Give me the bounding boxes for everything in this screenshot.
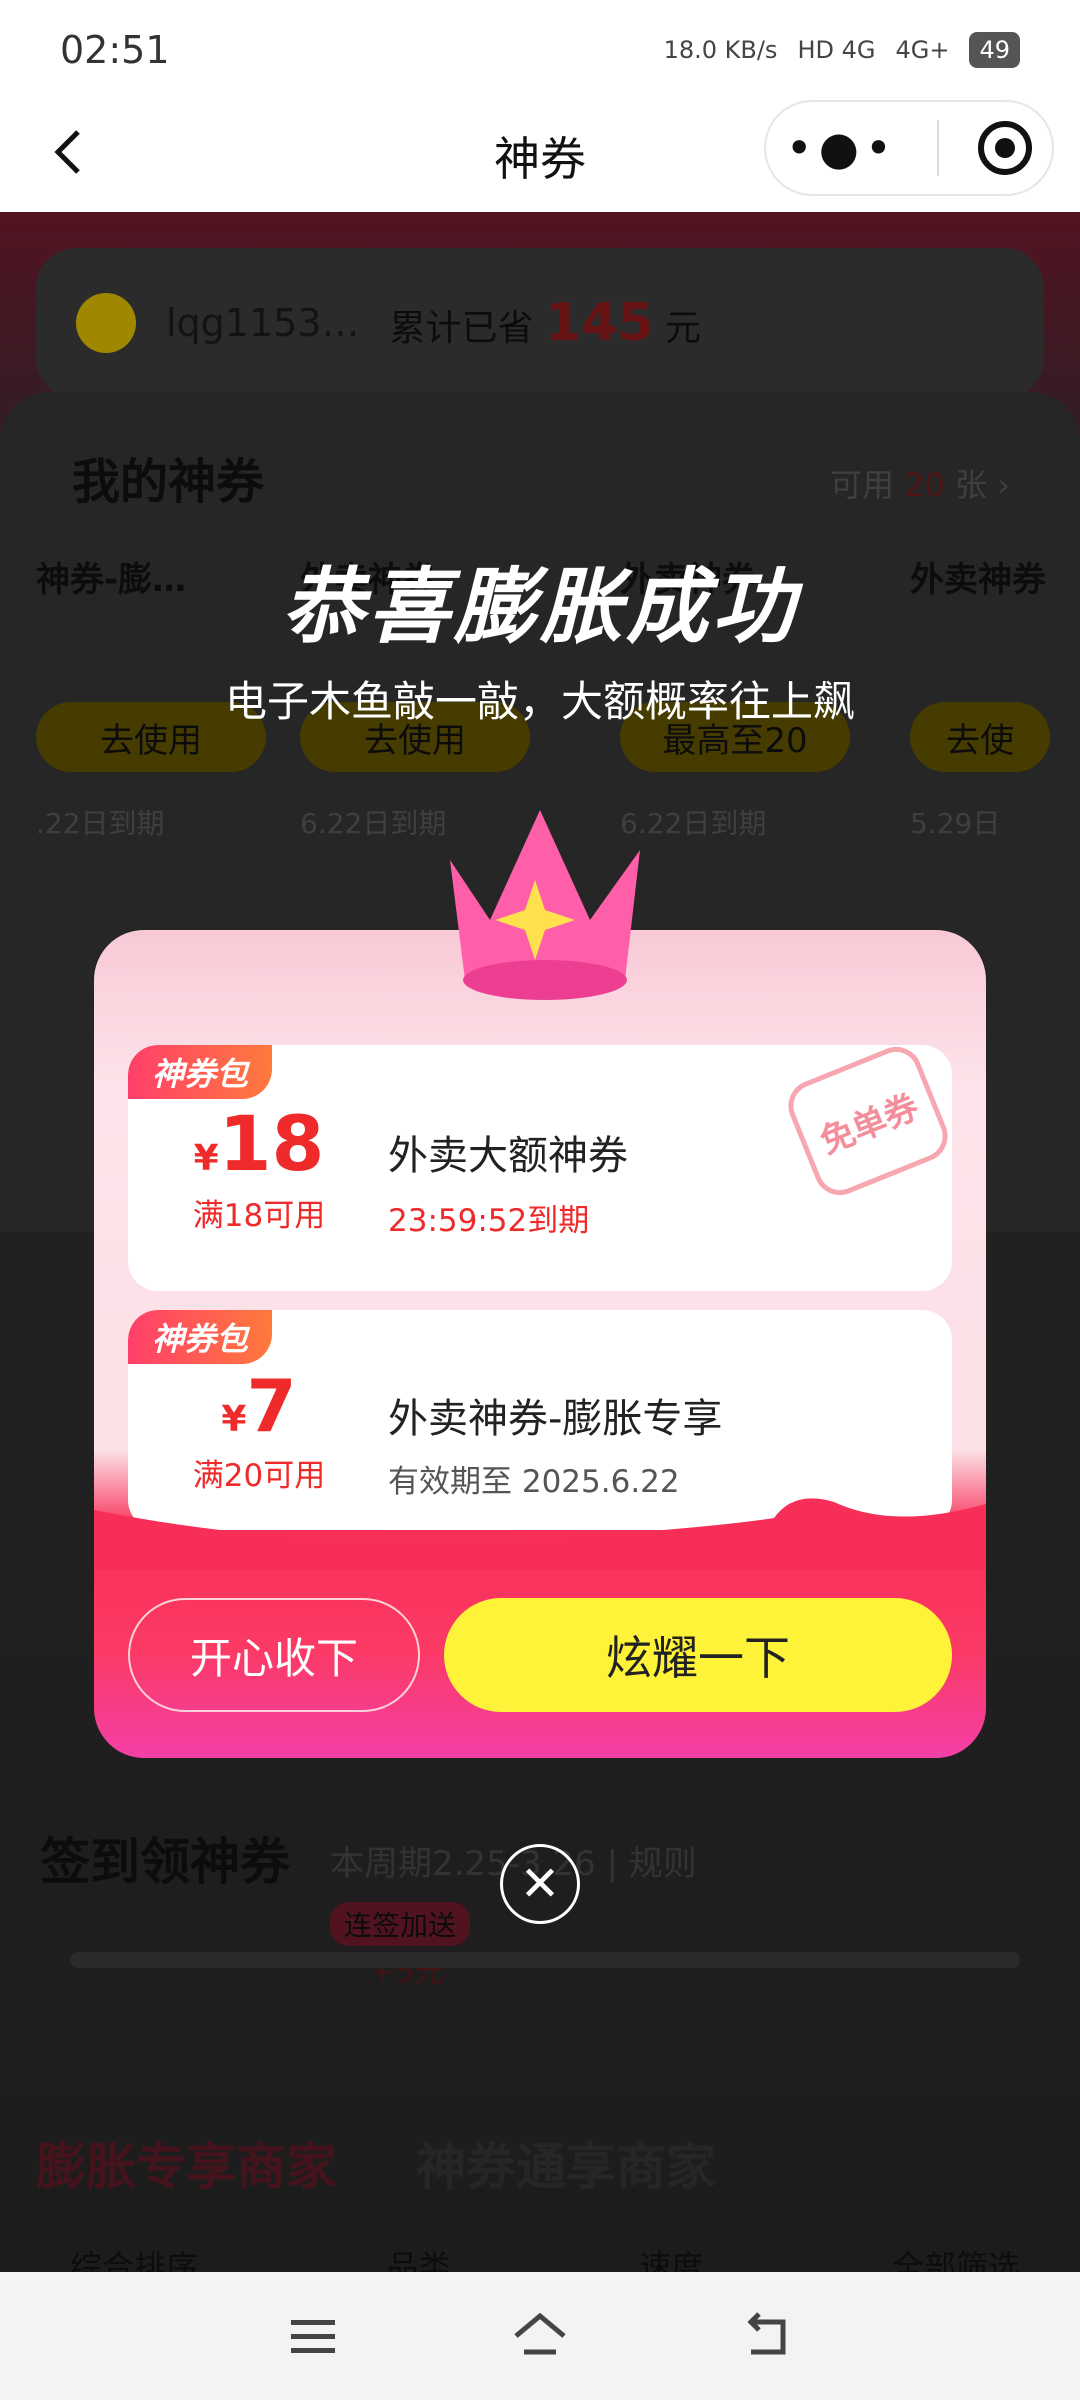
popup-subline: 电子木鱼敲一敲，大额概率往上飙: [224, 677, 855, 726]
popup-headline: 恭喜膨胀成功: [282, 560, 798, 655]
signal-4g-plus: 4G+: [895, 36, 950, 64]
chevron-left-icon[interactable]: [40, 122, 100, 182]
coupon-price: ¥7 满20可用: [174, 1364, 344, 1495]
crown-icon: [450, 810, 640, 1000]
share-button[interactable]: 炫耀一下: [444, 1598, 952, 1712]
signal-hd: HD 4G: [797, 36, 876, 64]
battery-icon: 49: [969, 32, 1020, 68]
page-title: 神券: [494, 132, 586, 186]
target-icon[interactable]: [978, 121, 1033, 175]
capsule-divider: [937, 120, 940, 176]
coupon-condition: 满18可用: [192, 1198, 326, 1234]
nav-bar: 神券 •●•: [0, 100, 1080, 212]
coupon-expiry: 23:59:52到期: [388, 1203, 590, 1239]
coupon-tag: 神券包: [128, 1310, 272, 1364]
back-icon[interactable]: [739, 2308, 795, 2364]
coupon-name: 外卖大额神券: [388, 1133, 628, 1179]
status-bar: 02:51 18.0 KB/s HD 4G 4G+ 49: [0, 0, 1080, 100]
mini-program-capsule: •●•: [764, 100, 1054, 196]
coupon-name: 外卖神券-膨胀专享: [388, 1396, 723, 1442]
free-order-stamp: 免单券: [780, 1045, 952, 1203]
coupon-dialog: 神券包 ¥18 满18可用 外卖大额神券 23:59:52到期 免单券 神券包 …: [94, 930, 986, 1758]
close-icon[interactable]: ✕: [500, 1844, 580, 1924]
status-icons: 18.0 KB/s HD 4G 4G+ 49: [664, 32, 1020, 68]
dialog-wave: [94, 1498, 986, 1570]
menu-icon[interactable]: [285, 2308, 341, 2364]
coupon-card: 神券包 ¥18 满18可用 外卖大额神券 23:59:52到期 免单券: [128, 1045, 952, 1291]
home-icon[interactable]: [510, 2308, 570, 2364]
coupon-price: ¥18 满18可用: [174, 1099, 344, 1235]
status-time: 02:51: [60, 28, 170, 72]
coupon-tag: 神券包: [128, 1045, 272, 1099]
system-nav-bar: [0, 2272, 1080, 2400]
coupon-condition: 满20可用: [192, 1458, 326, 1494]
net-speed: 18.0 KB/s: [663, 36, 778, 64]
more-dots-icon[interactable]: •●•: [786, 121, 898, 175]
accept-button[interactable]: 开心收下: [128, 1598, 420, 1712]
